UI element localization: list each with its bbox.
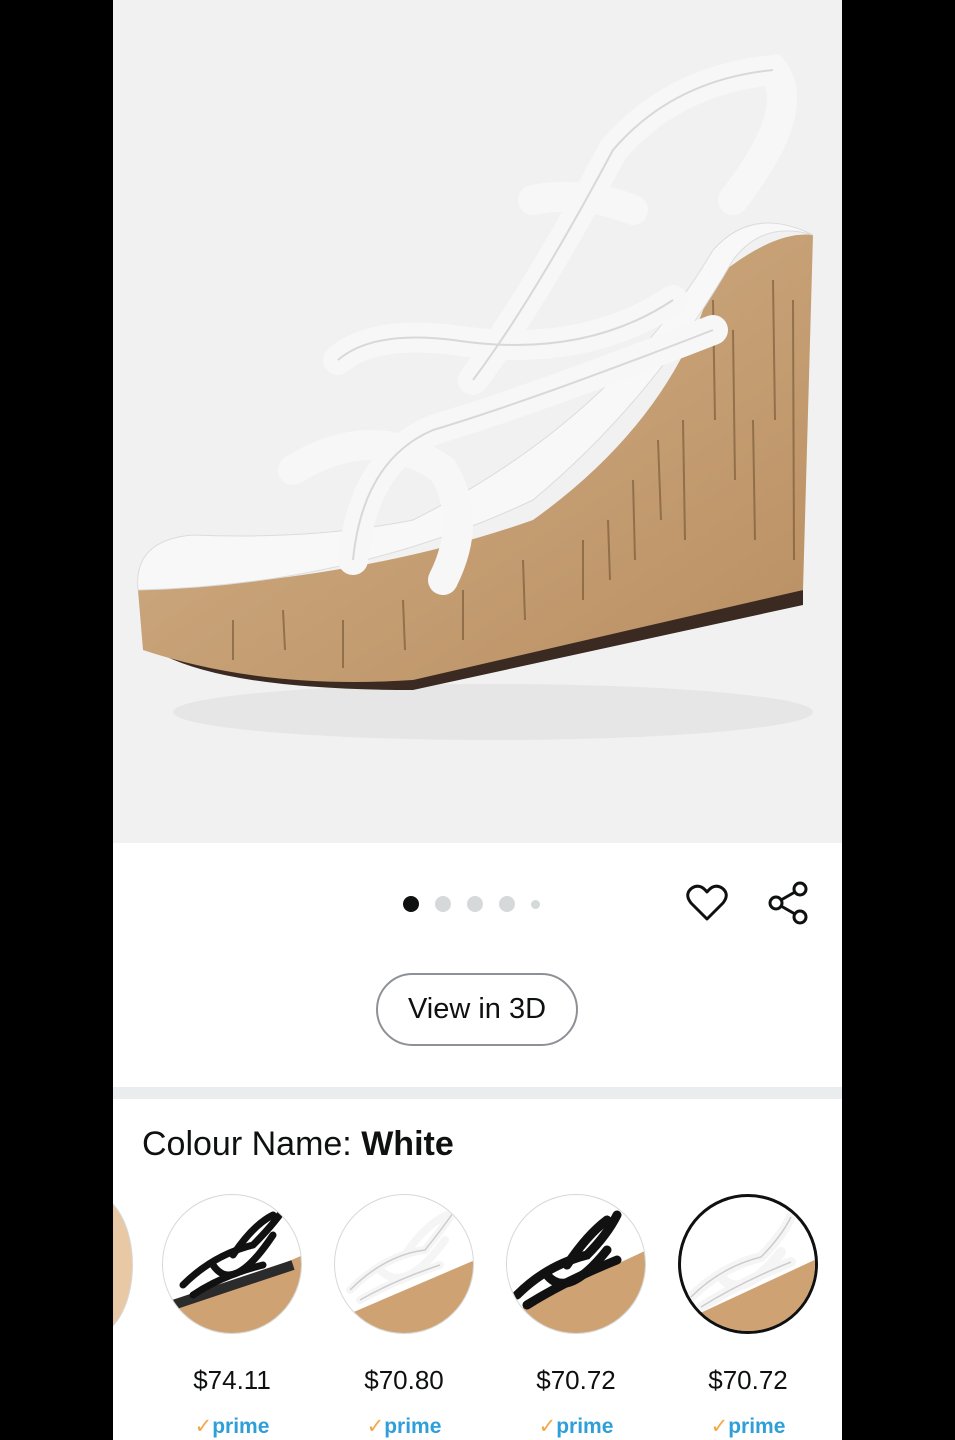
prime-label: prime — [384, 1415, 442, 1438]
section-divider — [113, 1087, 842, 1099]
swatch-white-2-selected[interactable] — [678, 1194, 818, 1334]
product-image[interactable] — [113, 0, 842, 843]
swatch-price: $70.80 — [364, 1365, 444, 1395]
sandal-illustration — [137, 54, 814, 740]
pager-dot-5[interactable] — [531, 899, 540, 909]
sandal-thumbnail — [335, 1206, 473, 1333]
heart-icon — [686, 884, 728, 921]
prime-label: prime — [728, 1415, 786, 1438]
share-button[interactable] — [766, 880, 812, 926]
prime-badge: ✓prime — [334, 1414, 474, 1439]
colour-name-value: White — [361, 1125, 454, 1163]
prime-label: prime — [212, 1415, 270, 1438]
colour-name: Colour Name: White — [142, 1125, 454, 1164]
image-pager[interactable] — [403, 896, 540, 912]
share-icon — [768, 881, 808, 925]
swatch-white-1[interactable] — [334, 1194, 474, 1334]
swatch-price: $70.72 — [708, 1365, 788, 1395]
wishlist-button[interactable] — [684, 880, 730, 926]
prime-badge: ✓prime — [506, 1414, 646, 1439]
colour-name-label: Colour Name: — [142, 1125, 362, 1163]
prime-check-icon: ✓ — [194, 1415, 213, 1438]
pager-dot-4[interactable] — [499, 896, 515, 912]
swatch-price: $74.11 — [193, 1365, 271, 1395]
prime-label: prime — [556, 1415, 614, 1438]
sandal-thumbnail — [163, 1206, 301, 1333]
pager-dot-3[interactable] — [467, 896, 483, 912]
prime-badge: ✓prime — [162, 1414, 302, 1439]
prime-check-icon: ✓ — [366, 1415, 385, 1438]
swatch-black-1[interactable] — [162, 1194, 302, 1334]
swatch-black-2[interactable] — [506, 1194, 646, 1334]
product-page: View in 3D Colour Name: White $74.11 $70… — [113, 0, 842, 1440]
swatch-partial[interactable] — [113, 1194, 133, 1336]
pager-dot-2[interactable] — [435, 896, 451, 912]
swatch-price: $70.72 — [536, 1365, 616, 1395]
sandal-thumbnail — [681, 1212, 815, 1331]
prime-badge: ✓prime — [678, 1414, 818, 1439]
pager-dot-1[interactable] — [403, 896, 419, 912]
prime-check-icon: ✓ — [538, 1415, 557, 1438]
sandal-thumbnail — [507, 1210, 645, 1333]
view-in-3d-button[interactable]: View in 3D — [376, 973, 578, 1046]
prime-check-icon: ✓ — [710, 1415, 729, 1438]
